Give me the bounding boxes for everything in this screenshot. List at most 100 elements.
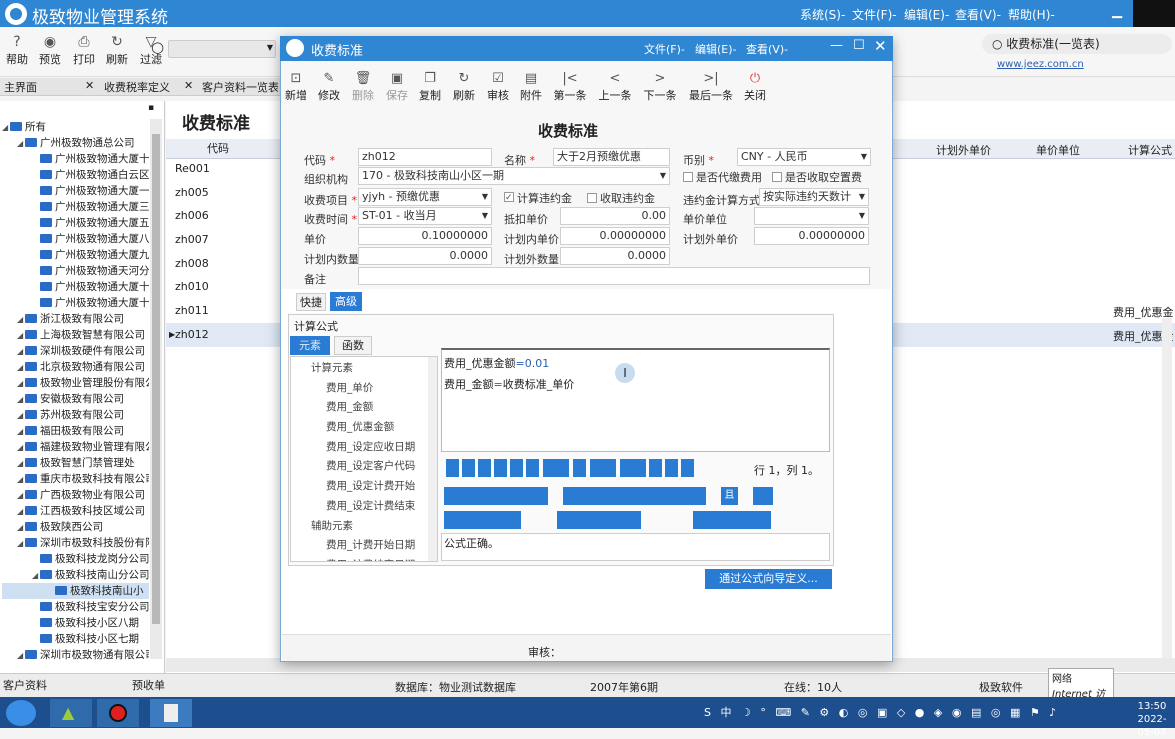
operator-button[interactable] bbox=[573, 459, 586, 477]
first-button[interactable]: |< 第一条 bbox=[548, 70, 592, 103]
tree-item[interactable]: 极致科技宝安分公司 bbox=[2, 599, 149, 615]
tree-scroll-thumb[interactable] bbox=[152, 134, 160, 624]
tree-item[interactable]: ◢ 重庆市极致科技有限公司 bbox=[2, 471, 149, 487]
formula-helper-button[interactable] bbox=[693, 511, 771, 529]
operator-button[interactable] bbox=[620, 459, 646, 477]
expand-caret-icon[interactable]: ◢ bbox=[17, 488, 25, 504]
outplan-price-field[interactable]: 0.00000000 bbox=[754, 227, 869, 245]
status-customer[interactable]: 客户资料 bbox=[3, 677, 47, 693]
unit-select[interactable] bbox=[754, 207, 869, 225]
dialog-menu-view[interactable]: 查看(V)- bbox=[746, 41, 788, 57]
tree-item[interactable]: 极致科技南山小 bbox=[2, 583, 149, 599]
grid-vscroll[interactable] bbox=[1162, 318, 1172, 658]
tree-item[interactable]: ◢ 深圳市极致物通有限公司 bbox=[2, 647, 149, 663]
tree-item[interactable]: 广州极致物通大厦十 bbox=[2, 279, 149, 295]
formula-helper-button[interactable] bbox=[444, 487, 548, 505]
tree-item[interactable]: ◢ 极致物业管理股份有限公 bbox=[2, 375, 149, 391]
taskbar-app-android[interactable]: ▲ bbox=[50, 699, 92, 727]
tab-close-icon[interactable]: ✕ bbox=[85, 79, 94, 92]
taskbar-app-jeez[interactable] bbox=[150, 699, 192, 727]
late-method-select[interactable]: 按实际违约天数计 bbox=[759, 188, 869, 206]
tree-item[interactable]: ◢ 福田极致有限公司 bbox=[2, 423, 149, 439]
code-field[interactable]: zh012 bbox=[358, 148, 492, 166]
tree-item[interactable]: 广州极致物通大厦一 bbox=[2, 183, 149, 199]
tree-item[interactable]: 极致科技小区八期 bbox=[2, 615, 149, 631]
menu-help[interactable]: 帮助(H)- bbox=[1008, 6, 1055, 23]
tree-item[interactable]: ◢ 广西极致物业有限公司 bbox=[2, 487, 149, 503]
formula-helper-button[interactable] bbox=[557, 511, 641, 529]
operator-button[interactable] bbox=[526, 459, 539, 477]
audit-button[interactable]: ☑ 审核 bbox=[481, 70, 515, 103]
name-field[interactable]: 大于2月预缴优惠 bbox=[553, 148, 670, 166]
table-row[interactable]: zh008 bbox=[175, 252, 285, 275]
element-group[interactable]: 计算元素 bbox=[291, 359, 427, 379]
expand-caret-icon[interactable]: ◢ bbox=[17, 424, 25, 440]
tree-item[interactable]: ◢ 广州极致物通总公司 bbox=[2, 135, 149, 151]
inplan-qty-field[interactable]: 0.0000 bbox=[358, 247, 492, 265]
menu-system[interactable]: 系统(S)- bbox=[800, 6, 845, 23]
table-row[interactable]: Re001 bbox=[175, 157, 285, 180]
formula-editor[interactable]: 费用_优惠金额=0.01 费用_金额=收费标准_单价 I bbox=[441, 348, 830, 452]
last-button[interactable]: >| 最后一条 bbox=[684, 70, 738, 103]
formula-helper-button[interactable] bbox=[444, 511, 521, 529]
tree-item[interactable]: ◢ 深圳极致硬件有限公司 bbox=[2, 343, 149, 359]
dialog-maximize-icon[interactable]: ☐ bbox=[853, 38, 865, 53]
operator-button[interactable] bbox=[590, 459, 616, 477]
expand-caret-icon[interactable]: ◢ bbox=[17, 408, 25, 424]
expand-caret-icon[interactable]: ◢ bbox=[17, 472, 25, 488]
prev-button[interactable]: < 上一条 bbox=[593, 70, 637, 103]
taskbar-app-record[interactable] bbox=[97, 699, 139, 727]
tree-item[interactable]: 广州极致物通大厦三 bbox=[2, 199, 149, 215]
fee-time-select[interactable]: ST-01 - 收当月 bbox=[358, 207, 492, 225]
tab-customer-list[interactable]: 客户资料一览表 bbox=[202, 79, 278, 95]
formula-helper-button[interactable] bbox=[563, 487, 706, 505]
col-header-unit[interactable]: 单价单位 bbox=[1036, 142, 1080, 158]
fee-item-select[interactable]: yjyh - 预缴优惠 bbox=[358, 188, 492, 206]
preview-button[interactable]: ◉ 预览 bbox=[33, 33, 67, 67]
subtab-elements[interactable]: 元素 bbox=[290, 336, 330, 355]
element-item[interactable]: 费用_单价 bbox=[291, 379, 427, 399]
expand-caret-icon[interactable]: ◢ bbox=[17, 392, 25, 408]
tab-home[interactable]: 主界面 bbox=[4, 79, 37, 95]
vacancy-fee-checkbox[interactable]: 是否收取空置费 bbox=[772, 169, 862, 185]
print-button[interactable]: ⎙ 打印 bbox=[67, 33, 101, 67]
table-row[interactable]: zh010 bbox=[175, 275, 285, 298]
dialog-menu-edit[interactable]: 编辑(E)- bbox=[695, 41, 737, 57]
deduct-field[interactable]: 0.00 bbox=[560, 207, 670, 225]
dialog-refresh-button[interactable]: ↻ 刷新 bbox=[447, 70, 481, 103]
element-item[interactable]: 费用_设定计费结束 bbox=[291, 497, 427, 517]
expand-caret-icon[interactable]: ◢ bbox=[17, 360, 25, 376]
refresh-button[interactable]: ↻ 刷新 bbox=[100, 33, 134, 67]
table-row[interactable]: zh011 bbox=[175, 299, 285, 322]
tree-item[interactable]: ◢ 福建极致物业管理有限公 bbox=[2, 439, 149, 455]
tree-item[interactable]: 广州极致物通大厦十 bbox=[2, 151, 149, 167]
agent-fee-checkbox[interactable]: 是否代缴费用 bbox=[683, 169, 762, 185]
outplan-qty-field[interactable]: 0.0000 bbox=[560, 247, 670, 265]
new-button[interactable]: ⊡ 新增 bbox=[279, 70, 313, 103]
menu-file[interactable]: 文件(F)- bbox=[852, 6, 897, 23]
tree-item[interactable]: 广州极致物通大厦八 bbox=[2, 231, 149, 247]
tree-item[interactable]: 极致科技小区七期 bbox=[2, 631, 149, 647]
operator-button[interactable] bbox=[510, 459, 523, 477]
expand-caret-icon[interactable]: ◢ bbox=[17, 376, 25, 392]
tree-item[interactable]: ◢ 浙江极致有限公司 bbox=[2, 311, 149, 327]
edit-button[interactable]: ✎ 修改 bbox=[312, 70, 346, 103]
inplan-price-field[interactable]: 0.00000000 bbox=[560, 227, 670, 245]
operator-button[interactable] bbox=[665, 459, 678, 477]
tab-advanced[interactable]: 高级 bbox=[330, 292, 362, 311]
element-item[interactable]: 费用_设定客户代码 bbox=[291, 457, 427, 477]
remark-field[interactable] bbox=[358, 267, 870, 285]
element-item[interactable]: 费用_计费开始日期 bbox=[291, 536, 427, 556]
expand-caret-icon[interactable]: ◢ bbox=[17, 520, 25, 536]
org-select[interactable]: 170 - 极致科技南山小区一期 bbox=[358, 167, 670, 185]
expand-caret-icon[interactable]: ◢ bbox=[17, 536, 25, 552]
tree-item[interactable]: ◢ 所有 bbox=[2, 119, 149, 135]
tree-item[interactable]: 极致科技龙岗分公司 bbox=[2, 551, 149, 567]
subtab-functions[interactable]: 函数 bbox=[334, 336, 372, 355]
expand-caret-icon[interactable]: ◢ bbox=[2, 120, 10, 136]
global-search[interactable]: ○ 收费标准(一览表) bbox=[982, 34, 1172, 54]
tree-item[interactable]: ◢ 江西极致科技区域公司 bbox=[2, 503, 149, 519]
delete-button[interactable]: 🗑︎ 删除 bbox=[346, 70, 380, 103]
tree-item[interactable]: ◢ 深圳市极致科技股份有限 bbox=[2, 535, 149, 551]
start-button[interactable] bbox=[6, 700, 36, 726]
